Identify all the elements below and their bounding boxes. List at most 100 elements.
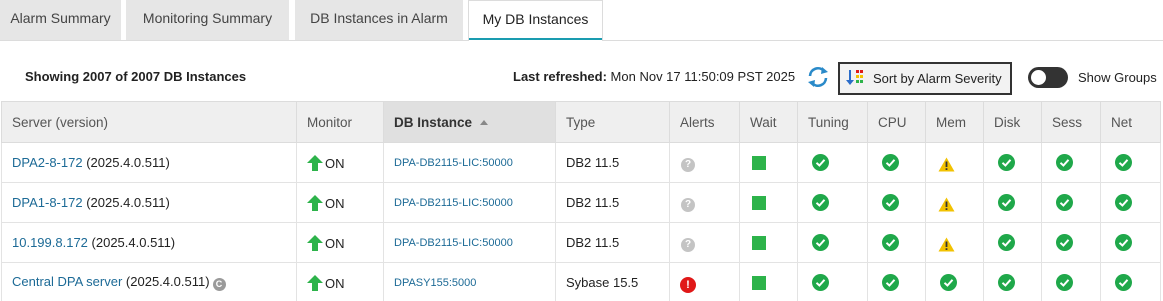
mem-cell[interactable]: [925, 222, 984, 263]
server-link[interactable]: DPA1-8-172: [12, 195, 83, 210]
ok-status-icon: [940, 274, 957, 292]
tab-alarm-summary[interactable]: Alarm Summary: [0, 0, 121, 40]
table-header-row: Server (version) Monitor DB Instance Typ…: [1, 101, 1161, 143]
cpu-cell[interactable]: [867, 262, 926, 301]
ok-status-icon: [882, 274, 899, 292]
server-link[interactable]: Central DPA server: [12, 274, 122, 289]
server-version: (2025.4.0.511): [125, 274, 210, 289]
col-mem[interactable]: Mem: [925, 101, 984, 143]
col-net[interactable]: Net: [1100, 101, 1161, 143]
wait-cell[interactable]: [739, 262, 798, 301]
monitor-cell: ON: [296, 142, 384, 183]
server-version: (2025.4.0.511): [91, 235, 176, 250]
tuning-cell[interactable]: [797, 142, 868, 183]
show-groups-label: Show Groups: [1078, 70, 1157, 85]
cpu-cell[interactable]: [867, 182, 926, 223]
server-link[interactable]: DPA2-8-172: [12, 155, 83, 170]
tuning-cell[interactable]: [797, 182, 868, 223]
show-groups-toggle[interactable]: [1028, 67, 1068, 88]
cpu-cell[interactable]: [867, 222, 926, 263]
db-instance-cell: DPA-DB2115-LIC:50000: [383, 222, 556, 263]
table-row[interactable]: DPA1-8-172 (2025.4.0.511) ON DPA-DB2115-LI…: [1, 182, 1161, 223]
cpu-cell[interactable]: [867, 142, 926, 183]
db-instance-cell: DPA-DB2115-LIC:50000: [383, 182, 556, 223]
db-instance-link[interactable]: DPA-DB2115-LIC:50000: [394, 157, 513, 169]
sort-by-alarm-severity-button[interactable]: Sort by Alarm Severity: [838, 62, 1012, 95]
col-wait[interactable]: Wait: [739, 101, 798, 143]
ok-status-icon: [882, 194, 899, 212]
ok-status-icon: [812, 234, 829, 252]
ok-status-icon: [882, 154, 899, 172]
alerts-cell: ?: [669, 182, 740, 223]
col-disk[interactable]: Disk: [983, 101, 1042, 143]
critical-alert-icon[interactable]: !: [680, 277, 696, 293]
col-alerts[interactable]: Alerts: [669, 101, 740, 143]
ok-status-icon: [1115, 154, 1132, 172]
sess-cell[interactable]: [1041, 182, 1101, 223]
tab-db-instances-in-alarm[interactable]: DB Instances in Alarm: [295, 0, 463, 40]
net-cell[interactable]: [1100, 222, 1161, 263]
mem-cell[interactable]: [925, 142, 984, 183]
wait-status-square-icon: [752, 236, 766, 251]
tab-my-db-instances[interactable]: My DB Instances: [468, 0, 603, 41]
wait-cell[interactable]: [739, 182, 798, 223]
server-version: (2025.4.0.511): [86, 155, 170, 170]
disk-cell[interactable]: [983, 142, 1042, 183]
table-row[interactable]: Central DPA server (2025.4.0.511) C ON DPAS…: [1, 262, 1161, 301]
server-cell: DPA2-8-172 (2025.4.0.511): [1, 142, 297, 183]
central-server-icon: C: [212, 278, 226, 291]
alerts-cell: !: [669, 262, 740, 301]
db-type: DB2 11.5: [566, 195, 620, 210]
mem-cell[interactable]: [925, 262, 984, 301]
ok-status-icon: [998, 154, 1015, 172]
ok-status-icon: [998, 194, 1015, 212]
col-cpu[interactable]: CPU: [867, 101, 926, 143]
col-server[interactable]: Server (version): [1, 101, 297, 143]
wait-status-square-icon: [752, 156, 766, 171]
db-instance-cell: DPASY155:5000: [383, 262, 556, 301]
sess-cell[interactable]: [1041, 262, 1101, 301]
unknown-alert-icon[interactable]: ?: [681, 238, 695, 252]
server-link[interactable]: 10.199.8.172: [12, 235, 88, 250]
disk-cell[interactable]: [983, 182, 1042, 223]
tab-monitoring-summary[interactable]: Monitoring Summary: [126, 0, 289, 40]
table-row[interactable]: DPA2-8-172 (2025.4.0.511) ON DPA-DB2115-LI…: [1, 142, 1161, 183]
wait-cell[interactable]: [739, 222, 798, 263]
unknown-alert-icon[interactable]: ?: [681, 158, 695, 172]
ok-status-icon: [1115, 194, 1132, 212]
table-row[interactable]: 10.199.8.172 (2025.4.0.511) ON DPA-DB2115-…: [1, 222, 1161, 263]
col-type[interactable]: Type: [555, 101, 670, 143]
col-db-instance-label: DB Instance: [394, 114, 473, 130]
net-cell[interactable]: [1100, 142, 1161, 183]
refresh-icon[interactable]: [806, 66, 830, 88]
sess-cell[interactable]: [1041, 142, 1101, 183]
type-cell: Sybase 15.5: [555, 262, 670, 301]
tuning-cell[interactable]: [797, 262, 868, 301]
db-instance-link[interactable]: DPA-DB2115-LIC:50000: [394, 197, 513, 209]
wait-cell[interactable]: [739, 142, 798, 183]
disk-cell[interactable]: [983, 262, 1042, 301]
col-db-instance[interactable]: DB Instance: [383, 101, 556, 143]
warning-icon: [938, 197, 955, 211]
sess-cell[interactable]: [1041, 222, 1101, 263]
net-cell[interactable]: [1100, 262, 1161, 301]
col-monitor[interactable]: Monitor: [296, 101, 384, 143]
last-refreshed: Last refreshed: Mon Nov 17 11:50:09 PST …: [513, 69, 795, 84]
table-body: DPA2-8-172 (2025.4.0.511) ON DPA-DB2115-LI…: [1, 142, 1161, 301]
disk-cell[interactable]: [983, 222, 1042, 263]
col-sess[interactable]: Sess: [1041, 101, 1101, 143]
unknown-alert-icon[interactable]: ?: [681, 198, 695, 212]
col-tuning[interactable]: Tuning: [797, 101, 868, 143]
type-cell: DB2 11.5: [555, 142, 670, 183]
db-instance-link[interactable]: DPASY155:5000: [394, 277, 476, 289]
mem-cell[interactable]: [925, 182, 984, 223]
db-instance-link[interactable]: DPA-DB2115-LIC:50000: [394, 237, 513, 249]
monitor-status: ON: [325, 195, 345, 211]
ok-status-icon: [1115, 234, 1132, 252]
tuning-cell[interactable]: [797, 222, 868, 263]
toggle-knob: [1031, 70, 1046, 85]
alerts-cell: ?: [669, 222, 740, 263]
net-cell[interactable]: [1100, 182, 1161, 223]
ok-status-icon: [1056, 234, 1073, 252]
ok-status-icon: [1056, 274, 1073, 292]
